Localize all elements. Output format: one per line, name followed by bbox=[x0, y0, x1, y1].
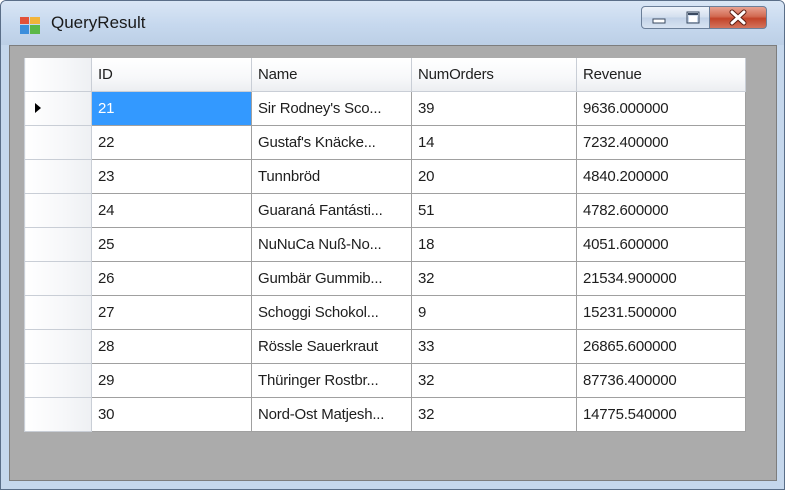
row-header-cell[interactable] bbox=[24, 124, 92, 160]
cell-numorders[interactable]: 20 bbox=[411, 158, 577, 194]
top-left-header-cell[interactable] bbox=[24, 58, 92, 92]
table-row[interactable]: 28 Rössle Sauerkraut 33 26865.600000 bbox=[24, 328, 746, 364]
cell-name[interactable]: Tunnbröd bbox=[251, 158, 412, 194]
cell-id[interactable]: 21 bbox=[91, 90, 252, 126]
maximize-button[interactable] bbox=[676, 6, 710, 29]
maximize-icon bbox=[686, 11, 700, 24]
table-row[interactable]: 25 NuNuCa Nuß-No... 18 4051.600000 bbox=[24, 226, 746, 262]
row-header-cell[interactable] bbox=[24, 158, 92, 194]
close-icon bbox=[729, 9, 747, 26]
cell-id[interactable]: 25 bbox=[91, 226, 252, 262]
cell-name[interactable]: Guaraná Fantásti... bbox=[251, 192, 412, 228]
query-result-window: QueryResult ID Name NumOrders Revenue 21… bbox=[0, 0, 785, 490]
row-header-cell[interactable] bbox=[24, 192, 92, 228]
cell-numorders[interactable]: 51 bbox=[411, 192, 577, 228]
row-header-cell[interactable] bbox=[24, 226, 92, 262]
cell-id[interactable]: 29 bbox=[91, 362, 252, 398]
table-row[interactable]: 27 Schoggi Schokol... 9 15231.500000 bbox=[24, 294, 746, 330]
cell-revenue[interactable]: 87736.400000 bbox=[576, 362, 746, 398]
grid-container: ID Name NumOrders Revenue 21 Sir Rodney's… bbox=[9, 45, 777, 481]
cell-id[interactable]: 23 bbox=[91, 158, 252, 194]
cell-id[interactable]: 28 bbox=[91, 328, 252, 364]
cell-name[interactable]: Schoggi Schokol... bbox=[251, 294, 412, 330]
table-row[interactable]: 22 Gustaf's Knäcke... 14 7232.400000 bbox=[24, 124, 746, 160]
cell-numorders[interactable]: 32 bbox=[411, 362, 577, 398]
cell-numorders[interactable]: 39 bbox=[411, 90, 577, 126]
cell-id[interactable]: 24 bbox=[91, 192, 252, 228]
cell-numorders[interactable]: 32 bbox=[411, 396, 577, 432]
cell-numorders[interactable]: 9 bbox=[411, 294, 577, 330]
close-button[interactable] bbox=[710, 6, 767, 29]
row-header-cell[interactable] bbox=[24, 328, 92, 364]
cell-revenue[interactable]: 7232.400000 bbox=[576, 124, 746, 160]
row-header-cell[interactable] bbox=[24, 294, 92, 330]
cell-name[interactable]: Nord-Ost Matjesh... bbox=[251, 396, 412, 432]
table-row[interactable]: 23 Tunnbröd 20 4840.200000 bbox=[24, 158, 746, 194]
cell-revenue[interactable]: 4840.200000 bbox=[576, 158, 746, 194]
minimize-button[interactable] bbox=[641, 6, 677, 29]
cell-name[interactable]: Thüringer Rostbr... bbox=[251, 362, 412, 398]
cell-name[interactable]: Gustaf's Knäcke... bbox=[251, 124, 412, 160]
cell-numorders[interactable]: 14 bbox=[411, 124, 577, 160]
cell-id[interactable]: 27 bbox=[91, 294, 252, 330]
row-header-cell[interactable] bbox=[24, 396, 92, 432]
column-header-numorders[interactable]: NumOrders bbox=[411, 58, 577, 92]
current-row-indicator-icon bbox=[35, 102, 41, 113]
cell-numorders[interactable]: 33 bbox=[411, 328, 577, 364]
table-row[interactable]: 29 Thüringer Rostbr... 32 87736.400000 bbox=[24, 362, 746, 398]
table-row[interactable]: 24 Guaraná Fantásti... 51 4782.600000 bbox=[24, 192, 746, 228]
data-grid[interactable]: ID Name NumOrders Revenue 21 Sir Rodney's… bbox=[24, 58, 746, 432]
cell-name[interactable]: NuNuCa Nuß-No... bbox=[251, 226, 412, 262]
title-bar[interactable]: QueryResult bbox=[1, 1, 784, 45]
cell-numorders[interactable]: 32 bbox=[411, 260, 577, 296]
minimize-icon bbox=[652, 18, 666, 24]
cell-revenue[interactable]: 21534.900000 bbox=[576, 260, 746, 296]
table-row[interactable]: 26 Gumbär Gummib... 32 21534.900000 bbox=[24, 260, 746, 296]
form-icon bbox=[20, 17, 40, 34]
cell-revenue[interactable]: 4782.600000 bbox=[576, 192, 746, 228]
cell-revenue[interactable]: 26865.600000 bbox=[576, 328, 746, 364]
row-header-cell[interactable] bbox=[24, 90, 92, 126]
cell-id[interactable]: 26 bbox=[91, 260, 252, 296]
row-header-cell[interactable] bbox=[24, 362, 92, 398]
grid-body: 21 Sir Rodney's Sco... 39 9636.000000 22 Gust… bbox=[24, 90, 746, 432]
table-row[interactable]: 21 Sir Rodney's Sco... 39 9636.000000 bbox=[24, 90, 746, 126]
window-title: QueryResult bbox=[51, 13, 146, 32]
cell-revenue[interactable]: 15231.500000 bbox=[576, 294, 746, 330]
cell-numorders[interactable]: 18 bbox=[411, 226, 577, 262]
cell-revenue[interactable]: 4051.600000 bbox=[576, 226, 746, 262]
cell-revenue[interactable]: 14775.540000 bbox=[576, 396, 746, 432]
cell-id[interactable]: 22 bbox=[91, 124, 252, 160]
column-header-name[interactable]: Name bbox=[251, 58, 412, 92]
row-header-cell[interactable] bbox=[24, 260, 92, 296]
cell-id[interactable]: 30 bbox=[91, 396, 252, 432]
cell-name[interactable]: Sir Rodney's Sco... bbox=[251, 90, 412, 126]
table-row[interactable]: 30 Nord-Ost Matjesh... 32 14775.540000 bbox=[24, 396, 746, 432]
cell-revenue[interactable]: 9636.000000 bbox=[576, 90, 746, 126]
header-row: ID Name NumOrders Revenue bbox=[24, 58, 746, 92]
cell-name[interactable]: Gumbär Gummib... bbox=[251, 260, 412, 296]
column-header-id[interactable]: ID bbox=[91, 58, 252, 92]
cell-name[interactable]: Rössle Sauerkraut bbox=[251, 328, 412, 364]
column-header-revenue[interactable]: Revenue bbox=[576, 58, 746, 92]
